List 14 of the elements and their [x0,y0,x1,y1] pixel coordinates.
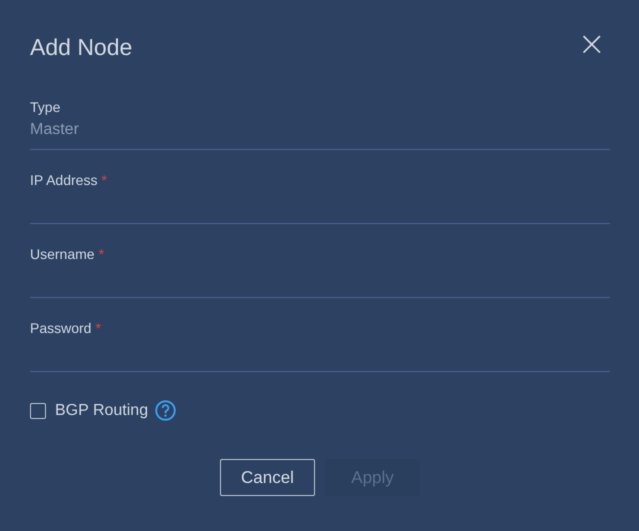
required-mark: * [101,172,107,188]
field-label: Username [30,246,95,262]
dialog-title: Add Node [30,34,132,61]
close-button[interactable]: × [574,30,610,58]
required-mark: * [95,320,101,336]
checkbox[interactable] [30,402,46,418]
field-label: Password [30,320,92,336]
cancel-button[interactable]: Cancel [220,459,315,496]
checkbox-label: BGP Routing [55,402,148,420]
help-icon[interactable] [155,400,176,421]
field-label: Type [30,99,60,115]
required-mark: * [98,246,104,262]
field-value: Master [30,121,80,139]
field-label: IP Address [30,172,98,188]
